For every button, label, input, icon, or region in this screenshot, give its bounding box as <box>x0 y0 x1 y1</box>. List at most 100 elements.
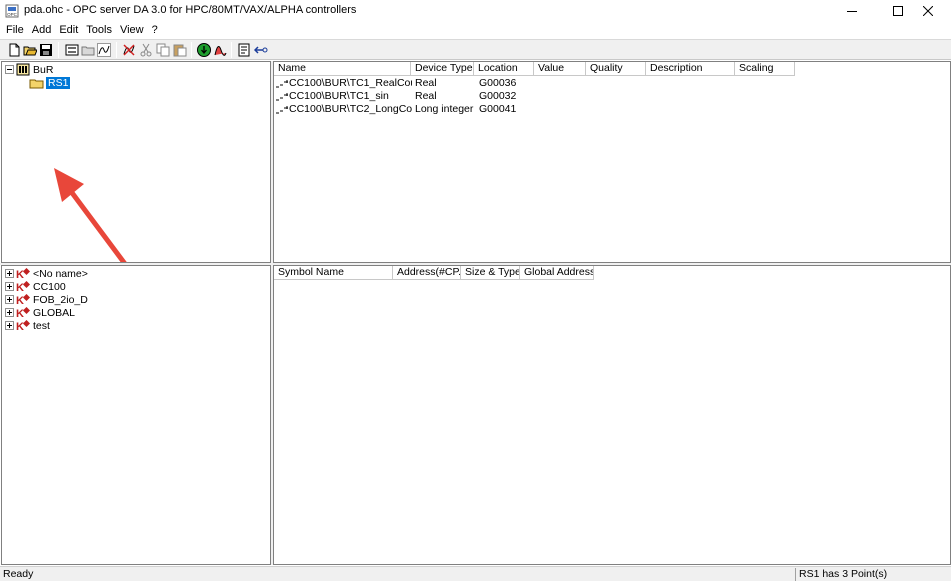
copy-button[interactable] <box>155 42 171 58</box>
folder-icon <box>29 79 44 88</box>
cell-location: G00036 <box>479 77 517 89</box>
svg-text:K: K <box>16 308 24 319</box>
cell-location: G00041 <box>479 103 517 115</box>
menu-add[interactable]: Add <box>28 23 56 38</box>
module-k-icon: K <box>16 306 30 319</box>
table-row[interactable]: CC100\BUR\TC1_RealCounter Real G00036 <box>274 77 950 90</box>
symbols-list-pane[interactable]: Symbol Name Address(#CP... Size & Type G… <box>273 265 951 565</box>
cell-location: G00032 <box>479 90 517 102</box>
column-header-device-type[interactable]: Device Type <box>411 62 474 76</box>
toolbar-separator <box>116 42 117 58</box>
stop-icon <box>214 45 227 56</box>
toolbar <box>0 39 951 60</box>
status-bar: Ready RS1 has 3 Point(s) <box>0 566 951 581</box>
cell-device-type: Real <box>415 90 437 102</box>
device-tree-pane[interactable]: BuR RS1 <box>1 61 271 263</box>
minimize-button[interactable] <box>829 0 875 22</box>
tree-node-bur[interactable]: BuR <box>5 63 53 76</box>
table-row[interactable]: CC100\BUR\TC1_sin Real G00032 <box>274 90 950 103</box>
delete-icon <box>123 44 135 56</box>
column-header-description[interactable]: Description <box>646 62 735 76</box>
close-button[interactable] <box>905 0 951 22</box>
expand-toggle[interactable] <box>5 308 14 317</box>
connect-button[interactable] <box>253 42 269 58</box>
cut-icon <box>140 43 152 57</box>
module-k-icon: K <box>16 280 30 293</box>
module-k-icon: K <box>16 267 30 280</box>
menu-edit[interactable]: Edit <box>55 23 82 38</box>
column-header-size-type[interactable]: Size & Type <box>461 266 520 280</box>
module-k-icon: K <box>16 293 30 306</box>
expand-toggle[interactable] <box>5 282 14 291</box>
new-button[interactable] <box>6 42 22 58</box>
column-header-symbol-name[interactable]: Symbol Name <box>274 266 393 280</box>
svg-text:K: K <box>16 282 24 293</box>
column-header-global-address[interactable]: Global Address <box>520 266 594 280</box>
svg-text:K: K <box>16 269 24 280</box>
add-device-button[interactable] <box>64 42 80 58</box>
cut-button[interactable] <box>138 42 154 58</box>
delete-button[interactable] <box>121 42 137 58</box>
column-header-scaling[interactable]: Scaling <box>735 62 795 76</box>
window-title: pda.ohc - OPC server DA 3.0 for HPC/80MT… <box>24 4 357 16</box>
points-list-pane[interactable]: Name Device Type Location Value Quality … <box>273 61 951 263</box>
menu-help[interactable]: ? <box>148 23 162 38</box>
expand-toggle[interactable] <box>5 321 14 330</box>
toolbar-separator <box>191 42 192 58</box>
copy-icon <box>156 43 170 57</box>
expand-toggle[interactable] <box>5 295 14 304</box>
svg-text:K: K <box>16 321 24 332</box>
connect-icon <box>254 46 268 54</box>
add-signal-icon <box>97 43 111 57</box>
start-button[interactable] <box>196 42 212 58</box>
controller-icon <box>16 63 30 76</box>
toolbar-separator <box>231 42 232 58</box>
symtree-node[interactable]: K <No name> <box>5 267 88 280</box>
cell-name: CC100\BUR\TC1_RealCounter <box>289 77 412 89</box>
menu-view[interactable]: View <box>116 23 148 38</box>
properties-button[interactable] <box>236 42 252 58</box>
cell-device-type: Long integer <box>415 103 474 115</box>
start-icon <box>197 43 211 57</box>
stop-button[interactable] <box>212 42 228 58</box>
signal-icon <box>276 106 288 114</box>
collapse-toggle[interactable] <box>5 65 14 74</box>
save-button[interactable] <box>38 42 54 58</box>
tree-node-label: BuR <box>33 63 54 76</box>
add-group-button[interactable] <box>80 42 96 58</box>
add-group-icon <box>81 46 95 56</box>
symtree-node-label: CC100 <box>33 280 66 293</box>
save-icon <box>40 44 52 56</box>
signal-icon <box>276 93 288 101</box>
tree-node-rs1[interactable]: RS1 <box>29 76 71 89</box>
opc-app-icon: OPC <box>5 4 19 18</box>
column-header-value[interactable]: Value <box>534 62 586 76</box>
signal-icon <box>276 80 288 88</box>
symtree-node-label: GLOBAL <box>33 306 76 319</box>
symtree-node-label: <No name> <box>33 267 88 280</box>
column-header-location[interactable]: Location <box>474 62 534 76</box>
symtree-node[interactable]: K FOB_2io_D <box>5 293 88 306</box>
open-button[interactable] <box>22 42 38 58</box>
expand-toggle[interactable] <box>5 269 14 278</box>
paste-button[interactable] <box>172 42 188 58</box>
status-point-count: RS1 has 3 Point(s) <box>795 568 949 581</box>
symbol-tree-pane[interactable]: K <No name> K CC100 K FOB_2io_D K GLOBAL… <box>1 265 271 565</box>
column-header-quality[interactable]: Quality <box>586 62 646 76</box>
table-row[interactable]: CC100\BUR\TC2_LongCounter Long integer G… <box>274 103 950 116</box>
menu-tools[interactable]: Tools <box>82 23 116 38</box>
maximize-icon <box>893 6 903 16</box>
properties-icon <box>238 43 250 57</box>
title-bar: OPC pda.ohc - OPC server DA 3.0 for HPC/… <box>0 0 951 22</box>
symtree-node[interactable]: K CC100 <box>5 280 66 293</box>
add-signal-button[interactable] <box>96 42 112 58</box>
toolbar-separator <box>58 42 59 58</box>
column-header-name[interactable]: Name <box>274 62 411 76</box>
menu-file[interactable]: File <box>2 23 28 38</box>
symtree-node-label: test <box>33 319 50 332</box>
minimize-icon <box>847 11 857 12</box>
symtree-node[interactable]: K test <box>5 319 50 332</box>
column-header-address[interactable]: Address(#CP... <box>393 266 461 280</box>
menu-bar: File Add Edit Tools View ? <box>0 22 951 39</box>
symtree-node[interactable]: K GLOBAL <box>5 306 75 319</box>
